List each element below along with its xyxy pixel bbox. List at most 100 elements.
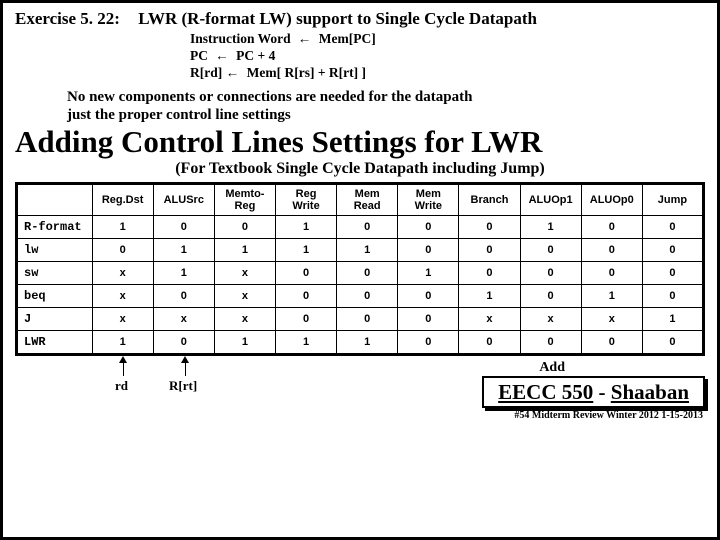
col-header: RegWrite bbox=[275, 183, 336, 215]
cell: 0 bbox=[642, 284, 703, 307]
col-header: MemWrite bbox=[398, 183, 459, 215]
course-author: Shaaban bbox=[611, 380, 689, 404]
cell: x bbox=[92, 284, 153, 307]
footer-text: #54 Midterm Review Winter 2012 1-15-2013 bbox=[514, 410, 703, 421]
rtl-line-3: R[rd] ← Mem[ R[rs] + R[rt] ] bbox=[190, 65, 705, 82]
main-heading: Adding Control Lines Settings for LWR bbox=[15, 124, 705, 160]
cell: x bbox=[214, 284, 275, 307]
col-header-blank bbox=[17, 183, 93, 215]
cell: x bbox=[459, 307, 520, 330]
cell: x bbox=[92, 307, 153, 330]
cell: 0 bbox=[214, 215, 275, 238]
annotations-area: rd R[rt] Add EECC 550 - Shaaban #54 Midt… bbox=[15, 356, 705, 428]
cell: 1 bbox=[337, 238, 398, 261]
cell: 1 bbox=[642, 307, 703, 330]
cell: 0 bbox=[398, 307, 459, 330]
table-row: R-format1001000100 bbox=[17, 215, 704, 238]
label-rd: rd bbox=[115, 378, 128, 394]
cell: 1 bbox=[459, 284, 520, 307]
subtitle: (For Textbook Single Cycle Datapath incl… bbox=[15, 160, 705, 178]
table-row: swx1x0010000 bbox=[17, 261, 704, 284]
cell: x bbox=[153, 307, 214, 330]
cell: x bbox=[214, 261, 275, 284]
cell: 0 bbox=[459, 215, 520, 238]
row-name: sw bbox=[17, 261, 93, 284]
note-text: No new components or connections are nee… bbox=[67, 88, 705, 124]
col-header: ALUOp0 bbox=[581, 183, 642, 215]
course-box: EECC 550 - Shaaban bbox=[482, 376, 705, 408]
cell: 1 bbox=[92, 215, 153, 238]
cell: 0 bbox=[459, 330, 520, 354]
cell: 0 bbox=[459, 261, 520, 284]
cell: 0 bbox=[337, 261, 398, 284]
cell: 1 bbox=[337, 330, 398, 354]
cell: 0 bbox=[642, 238, 703, 261]
header-title: LWR (R-format LW) support to Single Cycl… bbox=[138, 9, 537, 28]
cell: 0 bbox=[275, 284, 336, 307]
label-rrt: R[rt] bbox=[169, 378, 197, 394]
cell: 0 bbox=[520, 261, 581, 284]
cell: 0 bbox=[642, 330, 703, 354]
table-row: lw0111100000 bbox=[17, 238, 704, 261]
col-header: Reg.Dst bbox=[92, 183, 153, 215]
cell: 0 bbox=[520, 284, 581, 307]
course-code: EECC 550 bbox=[498, 380, 593, 404]
col-header: Jump bbox=[642, 183, 703, 215]
cell: 0 bbox=[337, 284, 398, 307]
table-row: LWR1011100000 bbox=[17, 330, 704, 354]
cell: 1 bbox=[520, 215, 581, 238]
cell: 1 bbox=[153, 261, 214, 284]
arrow-up-rrt bbox=[185, 356, 186, 374]
table-row: Jxxx000xxx1 bbox=[17, 307, 704, 330]
control-table: Reg.DstALUSrcMemto-RegRegWriteMemReadMem… bbox=[15, 182, 705, 356]
cell: 0 bbox=[275, 261, 336, 284]
exercise-label: Exercise 5. 22: bbox=[15, 9, 120, 29]
cell: 0 bbox=[337, 307, 398, 330]
cell: 0 bbox=[398, 284, 459, 307]
row-name: J bbox=[17, 307, 93, 330]
cell: 0 bbox=[520, 238, 581, 261]
slide-page: Exercise 5. 22: LWR (R-format LW) suppor… bbox=[0, 0, 720, 540]
cell: 0 bbox=[153, 284, 214, 307]
cell: 0 bbox=[92, 238, 153, 261]
col-header: Branch bbox=[459, 183, 520, 215]
cell: x bbox=[214, 307, 275, 330]
cell: 1 bbox=[398, 261, 459, 284]
rtl-line-1: Instruction Word ← Mem[PC] bbox=[190, 31, 705, 48]
cell: 1 bbox=[92, 330, 153, 354]
cell: 0 bbox=[520, 330, 581, 354]
cell: 0 bbox=[581, 330, 642, 354]
rtl-line-2: PC ← PC + 4 bbox=[190, 48, 705, 65]
col-header: MemRead bbox=[337, 183, 398, 215]
cell: 0 bbox=[642, 261, 703, 284]
cell: 0 bbox=[398, 215, 459, 238]
cell: 1 bbox=[214, 238, 275, 261]
col-header: Memto-Reg bbox=[214, 183, 275, 215]
cell: 1 bbox=[153, 238, 214, 261]
cell: 0 bbox=[398, 330, 459, 354]
header: Exercise 5. 22: LWR (R-format LW) suppor… bbox=[15, 9, 705, 29]
label-add: Add bbox=[539, 360, 565, 376]
cell: 1 bbox=[275, 238, 336, 261]
row-name: LWR bbox=[17, 330, 93, 354]
table-row: beqx0x0001010 bbox=[17, 284, 704, 307]
cell: 0 bbox=[581, 215, 642, 238]
row-name: lw bbox=[17, 238, 93, 261]
cell: 0 bbox=[642, 215, 703, 238]
cell: 0 bbox=[153, 330, 214, 354]
cell: x bbox=[92, 261, 153, 284]
cell: x bbox=[581, 307, 642, 330]
cell: 1 bbox=[581, 284, 642, 307]
col-header: ALUOp1 bbox=[520, 183, 581, 215]
cell: 0 bbox=[459, 238, 520, 261]
col-header: ALUSrc bbox=[153, 183, 214, 215]
table-header-row: Reg.DstALUSrcMemto-RegRegWriteMemReadMem… bbox=[17, 183, 704, 215]
rtl-block: Instruction Word ← Mem[PC] PC ← PC + 4 R… bbox=[190, 31, 705, 82]
cell: 0 bbox=[337, 215, 398, 238]
cell: 1 bbox=[214, 330, 275, 354]
cell: x bbox=[520, 307, 581, 330]
cell: 0 bbox=[398, 238, 459, 261]
row-name: R-format bbox=[17, 215, 93, 238]
arrow-up-rd bbox=[123, 356, 124, 374]
row-name: beq bbox=[17, 284, 93, 307]
